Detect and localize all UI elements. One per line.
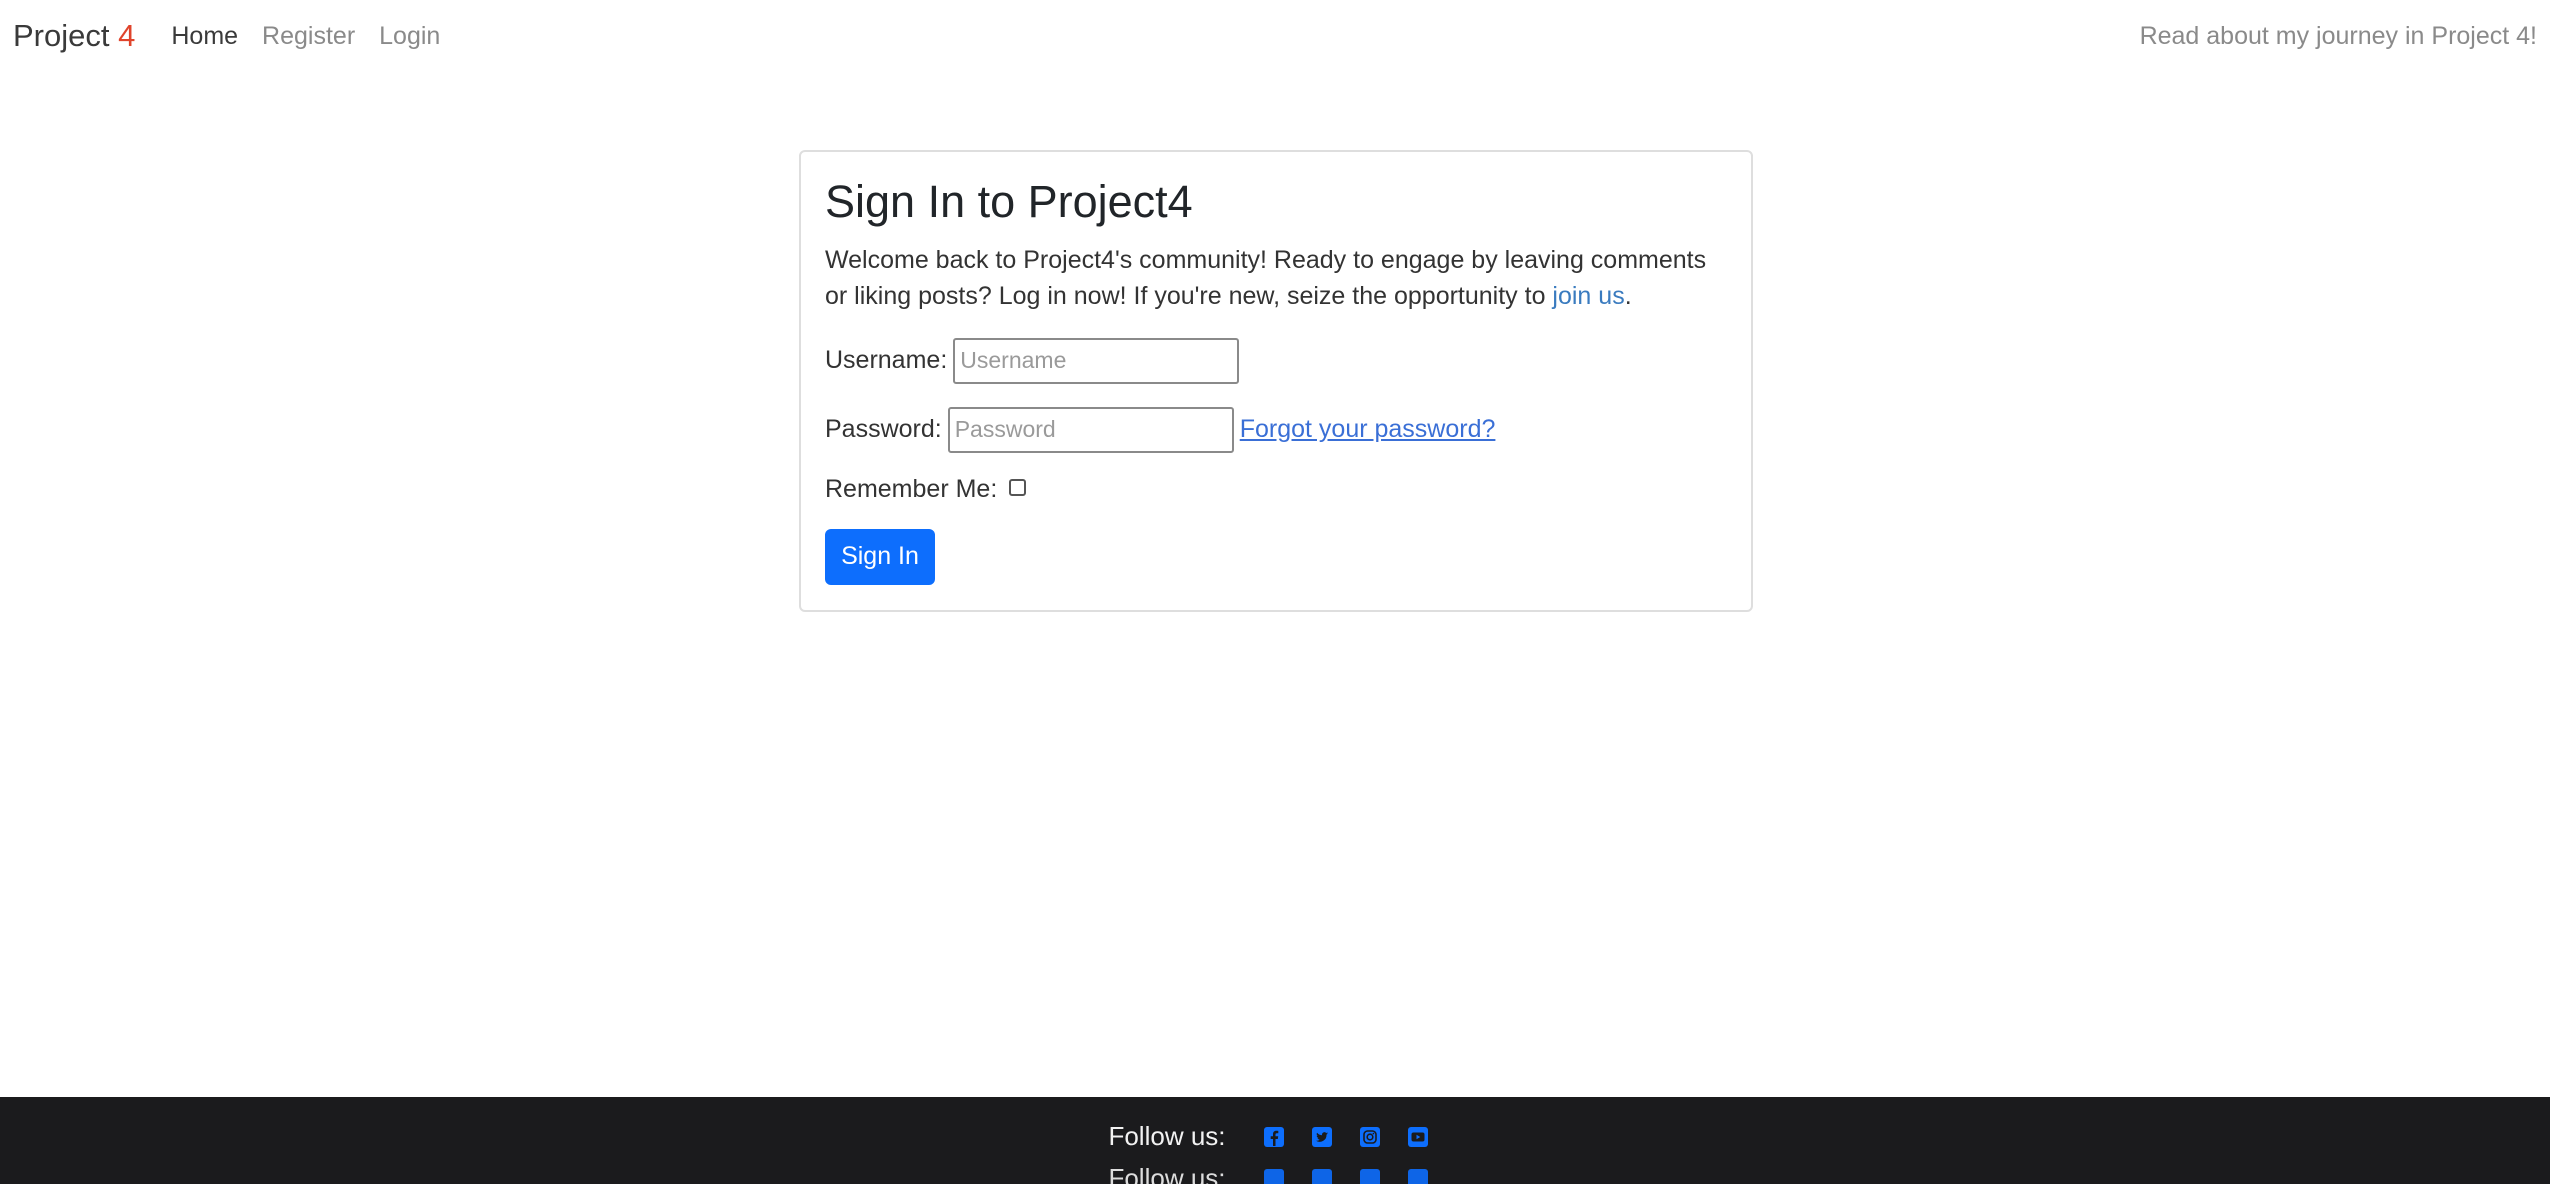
facebook-icon [1263,1168,1285,1184]
journey-link[interactable]: Read about my journey in Project 4! [2140,22,2537,51]
join-us-link[interactable]: join us [1552,282,1624,310]
remember-checkbox[interactable] [1009,478,1027,496]
instagram-icon [1359,1168,1381,1184]
username-row: Username: [825,337,1727,384]
password-row: Password: Forgot your password? [825,406,1727,453]
instagram-icon[interactable] [1359,1126,1381,1148]
twitter-icon [1311,1168,1333,1184]
signin-button[interactable]: Sign In [825,528,935,585]
remember-label: Remember Me: [825,474,998,503]
follow-us-row: Follow us: [0,1121,2550,1152]
twitter-icon[interactable] [1311,1126,1333,1148]
intro-text: Welcome back to Project4's community! Re… [825,242,1727,314]
page-title: Sign In to Project4 [825,176,1193,227]
forgot-password-link[interactable]: Forgot your password? [1240,415,1496,444]
username-input[interactable] [953,337,1240,384]
brand-accent: 4 [118,18,136,53]
nav-register-link[interactable]: Register [262,22,355,51]
footer: Follow us: Follow us: [0,1097,2550,1184]
brand-text: Project [13,18,110,53]
youtube-icon [1407,1168,1429,1184]
intro-end: . [1624,281,1632,310]
nav-login-link[interactable]: Login [379,22,440,51]
youtube-icon[interactable] [1407,1126,1429,1148]
facebook-icon[interactable] [1263,1126,1285,1148]
brand-logo[interactable]: Project 4 [13,18,135,54]
password-label: Password: [825,415,942,444]
navbar: Project 4 Home Register Login Read about… [0,0,2550,72]
username-label: Username: [825,346,948,375]
remember-row: Remember Me: [825,475,1727,504]
follow-us-row-duplicate: Follow us: [0,1163,2550,1184]
follow-us-label: Follow us: [1108,1121,1226,1151]
signin-card: Sign In to Project4 Welcome back to Proj… [799,150,1753,612]
nav-home-link[interactable]: Home [171,22,238,51]
password-input[interactable] [947,406,1234,453]
nav-left: Project 4 Home Register Login [13,18,464,54]
follow-us-label-duplicate: Follow us: [1108,1163,1226,1184]
